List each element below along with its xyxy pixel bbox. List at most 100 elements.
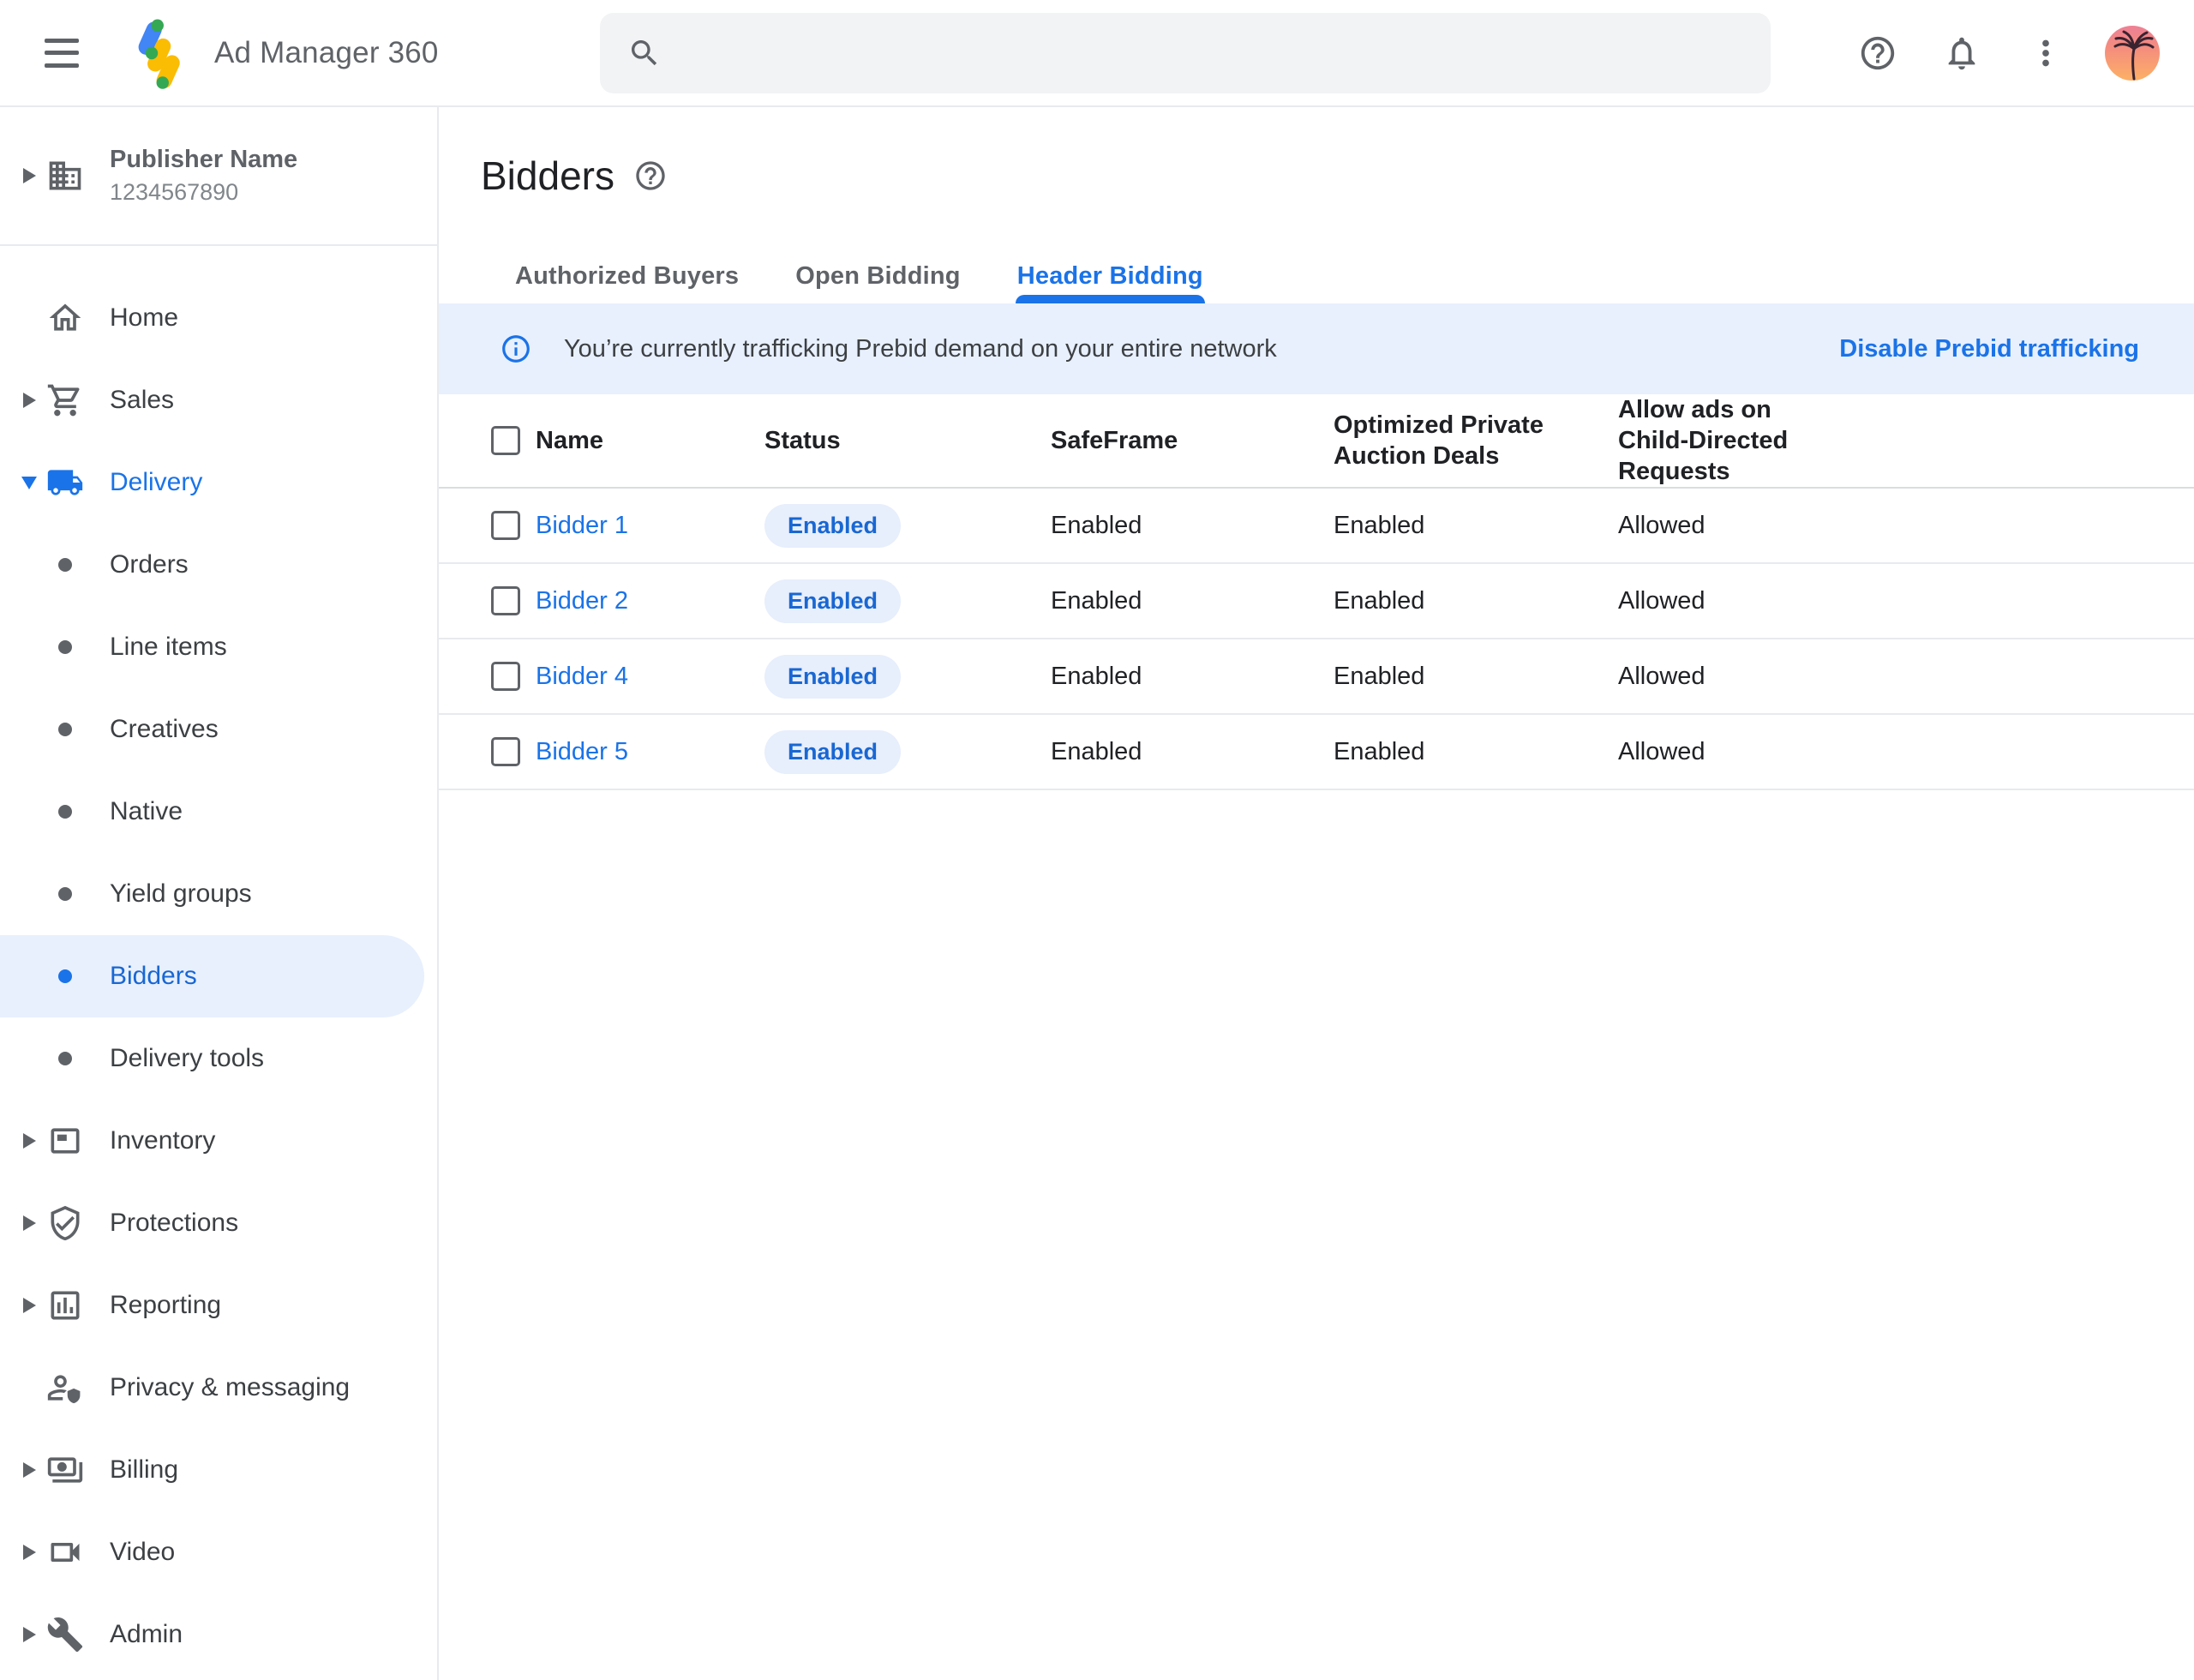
bullet-icon [58,887,72,901]
sidebar-item-label: Admin [110,1620,183,1649]
disable-prebid-button[interactable]: Disable Prebid trafficking [1839,335,2139,363]
bidder-link[interactable]: Bidder 4 [536,663,764,691]
publisher-name: Publisher Name [110,144,297,175]
sidebar-item-creatives[interactable]: Creatives [0,688,424,771]
optimized-private-auction-deals-cell: Enabled [1334,738,1618,766]
avatar[interactable] [2105,26,2160,81]
sidebar-item-orders[interactable]: Orders [0,524,424,606]
bullet-icon [58,1052,72,1065]
menu-icon[interactable] [45,39,79,68]
row-checkbox[interactable] [491,662,520,691]
prebid-banner: You’re currently trafficking Prebid dema… [439,303,2194,394]
column-header-status: Status [764,425,979,456]
sidebar-item-label: Bidders [110,962,197,991]
search-input[interactable] [600,13,1771,93]
bidder-link[interactable]: Bidder 1 [536,512,764,540]
sidebar-item-protections[interactable]: Protections [0,1182,424,1264]
sidebar-item-label: Inventory [110,1126,215,1155]
table-header-row: NameStatusSafeFrameOptimized Private Auc… [439,394,2194,489]
sidebar-item-admin[interactable]: Admin [0,1593,424,1676]
sidebar-item-home[interactable]: Home [0,277,424,359]
optimized-private-auction-deals-cell: Enabled [1334,663,1618,691]
inventory-icon [46,1122,84,1160]
bidders-table: NameStatusSafeFrameOptimized Private Auc… [439,394,2194,790]
banner-message: You’re currently trafficking Prebid dema… [564,335,1277,363]
billing-icon [46,1451,84,1489]
building-icon [46,157,84,195]
info-icon [500,333,532,365]
tab-bar: Authorized Buyers Open Bidding Header Bidd… [515,249,2194,303]
sidebar-item-sales[interactable]: Sales [0,359,424,441]
page-title: Bidders [481,153,614,199]
sidebar-item-label: Protections [110,1209,238,1238]
expand-right-icon [23,1627,36,1642]
bidder-link[interactable]: Bidder 5 [536,738,764,766]
top-app-bar: Ad Manager 360 [0,0,2194,107]
sidebar-item-label: Orders [110,550,189,579]
sidebar-item-label: Delivery tools [110,1044,264,1073]
cart-icon [46,381,84,419]
row-checkbox[interactable] [491,511,520,540]
expand-right-icon [23,1545,36,1560]
sidebar-item-yield-groups[interactable]: Yield groups [0,853,424,935]
sidebar-item-label: Reporting [110,1291,221,1320]
safeframe-cell: Enabled [1051,738,1334,766]
child-directed-cell: Allowed [1618,738,2194,766]
status-badge: Enabled [764,504,901,548]
sidebar-item-label: Billing [110,1455,178,1485]
select-all-checkbox[interactable] [491,426,520,455]
status-badge: Enabled [764,730,901,774]
sidebar-item-label: Sales [110,386,174,415]
tab-header-bidding[interactable]: Header Bidding [1017,249,1203,303]
row-checkbox[interactable] [491,586,520,615]
sidebar-item-label: Creatives [110,715,219,744]
bullet-icon [58,640,72,654]
expand-right-icon [23,1215,36,1231]
sidebar-item-label: Yield groups [110,879,252,909]
bullet-icon [58,805,72,819]
truck-icon [46,464,84,501]
optimized-private-auction-deals-cell: Enabled [1334,587,1618,615]
page-help-icon[interactable] [633,159,668,193]
sidebar-item-billing[interactable]: Billing [0,1429,424,1511]
status-badge: Enabled [764,579,901,623]
safeframe-cell: Enabled [1051,587,1334,615]
privacy-icon [46,1369,84,1407]
sidebar-item-native[interactable]: Native [0,771,424,853]
sidebar-item-video[interactable]: Video [0,1511,424,1593]
sidebar-item-label: Delivery [110,468,202,497]
sidebar-item-label: Line items [110,633,227,662]
table-row: Bidder 2EnabledEnabledEnabledAllowed [439,564,2194,639]
status-badge: Enabled [764,655,901,699]
sidebar-item-label: Video [110,1538,175,1567]
child-directed-cell: Allowed [1618,663,2194,691]
bullet-icon [58,723,72,736]
tab-open-bidding[interactable]: Open Bidding [795,249,961,303]
expand-right-icon [23,1133,36,1149]
column-header-safeframe: SafeFrame [1051,425,1265,456]
sidebar-item-reporting[interactable]: Reporting [0,1264,424,1347]
bullet-icon [58,558,72,572]
help-icon[interactable] [1851,27,1904,80]
tab-authorized-buyers[interactable]: Authorized Buyers [515,249,739,303]
bullet-icon [58,969,72,983]
expand-right-icon [23,1298,36,1313]
sidebar-item-bidders[interactable]: Bidders [0,935,424,1017]
sidebar-item-delivery-tools[interactable]: Delivery tools [0,1017,424,1100]
sidebar-item-inventory[interactable]: Inventory [0,1100,424,1182]
bidder-link[interactable]: Bidder 2 [536,587,764,615]
column-header-optimized-private-auction-deals: Optimized Private Auction Deals [1334,410,1548,471]
publisher-selector[interactable]: Publisher Name 1234567890 [0,107,437,246]
table-row: Bidder 1EnabledEnabledEnabledAllowed [439,489,2194,564]
search-icon [627,36,662,70]
sidebar-item-line-items[interactable]: Line items [0,606,424,688]
home-icon [46,299,84,337]
network-code: 1234567890 [110,178,297,207]
collapse-down-icon [21,477,37,489]
sidebar-item-privacy-messaging[interactable]: Privacy & messaging [0,1347,424,1429]
sidebar-item-delivery[interactable]: Delivery [0,441,424,524]
row-checkbox[interactable] [491,737,520,766]
expand-right-icon [23,1462,36,1478]
notifications-icon[interactable] [1935,27,1988,80]
more-vert-icon[interactable] [2019,27,2072,80]
